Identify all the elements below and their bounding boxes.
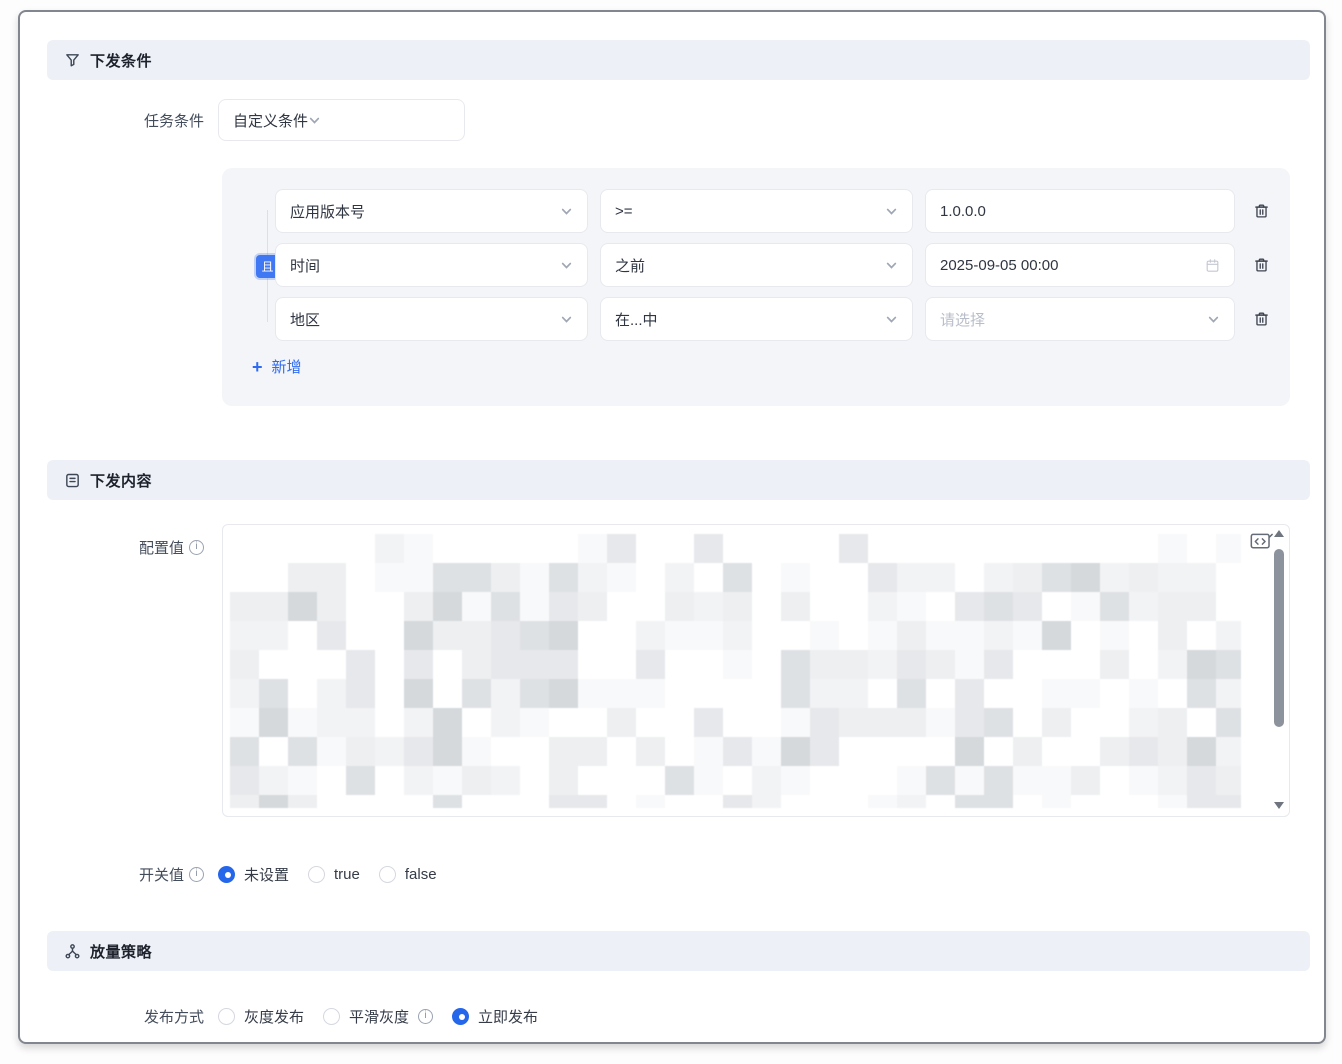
radio-icon xyxy=(308,866,325,883)
radio-option-immediate-release[interactable]: 立即发布 xyxy=(452,1006,538,1027)
section-header-rollout: 放量策略 xyxy=(47,931,1310,971)
section-title: 放量策略 xyxy=(90,941,152,962)
condition-row: 时间 之前 2025-09-05 00:00 xyxy=(275,243,1272,287)
config-editor-blurred-content xyxy=(230,534,1241,808)
switch-value-radio-group: 未设置 true false xyxy=(218,862,437,886)
task-condition-label: 任务条件 xyxy=(44,99,204,141)
section-header-content: 下发内容 xyxy=(47,460,1310,500)
task-condition-select[interactable]: 自定义条件 xyxy=(218,99,465,141)
radio-option-gray-release[interactable]: 灰度发布 xyxy=(218,1006,304,1027)
scroll-up-arrow-icon[interactable] xyxy=(1274,530,1284,537)
radio-option-smooth-gray[interactable]: 平滑灰度 i xyxy=(323,1006,433,1027)
condition-operator-select[interactable]: >= xyxy=(600,189,913,233)
condition-group-panel: 且 应用版本号 >= 1.0.0.0 xyxy=(222,168,1290,406)
radio-icon xyxy=(452,1008,469,1025)
chevron-down-icon xyxy=(885,259,898,272)
condition-value-select[interactable]: 请选择 xyxy=(925,297,1235,341)
switch-value-label: 开关值 i xyxy=(44,862,204,886)
radio-icon xyxy=(323,1008,340,1025)
info-icon[interactable]: i xyxy=(418,1009,433,1024)
config-value-editor[interactable] xyxy=(222,524,1290,817)
section-header-conditions: 下发条件 xyxy=(47,40,1310,80)
condition-field-select[interactable]: 时间 xyxy=(275,243,588,287)
add-condition-button[interactable]: + 新增 xyxy=(252,356,302,377)
chevron-down-icon xyxy=(560,259,573,272)
funnel-icon xyxy=(64,52,81,69)
release-method-radio-group: 灰度发布 平滑灰度 i 立即发布 xyxy=(218,1004,538,1028)
trash-icon[interactable] xyxy=(1251,308,1272,330)
condition-date-input[interactable]: 2025-09-05 00:00 xyxy=(925,243,1235,287)
condition-row: 应用版本号 >= 1.0.0.0 xyxy=(275,189,1272,233)
plus-icon: + xyxy=(252,358,263,376)
scrollbar-thumb[interactable] xyxy=(1274,549,1284,727)
condition-row: 地区 在...中 请选择 xyxy=(275,297,1272,341)
calendar-icon xyxy=(1205,258,1220,273)
radio-icon xyxy=(218,866,235,883)
section-title: 下发内容 xyxy=(90,470,152,491)
trash-icon[interactable] xyxy=(1251,254,1272,276)
config-value-label: 配置值 i xyxy=(44,536,204,558)
chevron-down-icon xyxy=(560,205,573,218)
task-condition-value: 自定义条件 xyxy=(233,110,308,131)
form-card: 下发条件 任务条件 自定义条件 且 应用版本号 >= 1. xyxy=(18,10,1326,1044)
radio-option-true[interactable]: true xyxy=(308,866,360,883)
release-method-label: 发布方式 xyxy=(44,1004,204,1028)
chevron-down-icon xyxy=(308,114,321,127)
scroll-down-arrow-icon[interactable] xyxy=(1274,802,1284,809)
editor-scrollbar[interactable] xyxy=(1271,527,1287,814)
chevron-down-icon xyxy=(560,313,573,326)
document-icon xyxy=(64,472,81,489)
condition-field-select[interactable]: 地区 xyxy=(275,297,588,341)
info-icon[interactable]: i xyxy=(189,867,204,882)
section-title: 下发条件 xyxy=(90,50,152,71)
condition-operator-select[interactable]: 在...中 xyxy=(600,297,913,341)
condition-field-select[interactable]: 应用版本号 xyxy=(275,189,588,233)
radio-option-unset[interactable]: 未设置 xyxy=(218,864,289,885)
chevron-down-icon xyxy=(1207,313,1220,326)
chevron-down-icon xyxy=(885,205,898,218)
code-view-icon[interactable] xyxy=(1250,532,1273,551)
sitemap-icon xyxy=(64,943,81,960)
radio-option-false[interactable]: false xyxy=(379,866,437,883)
condition-value-input[interactable]: 1.0.0.0 xyxy=(925,189,1235,233)
info-icon[interactable]: i xyxy=(189,540,204,555)
radio-icon xyxy=(379,866,396,883)
trash-icon[interactable] xyxy=(1251,200,1272,222)
condition-operator-select[interactable]: 之前 xyxy=(600,243,913,287)
radio-icon xyxy=(218,1008,235,1025)
chevron-down-icon xyxy=(885,313,898,326)
